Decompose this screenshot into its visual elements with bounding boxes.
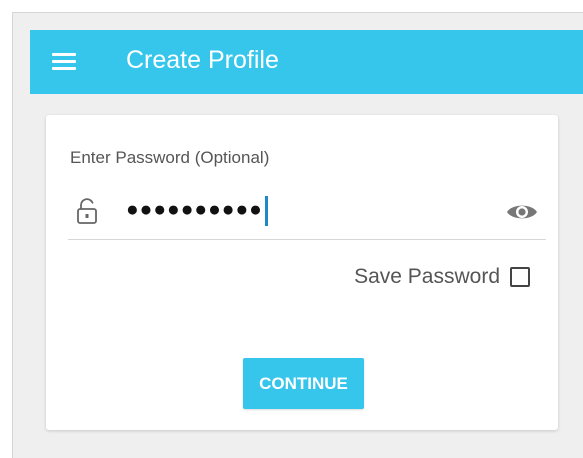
save-password-label: Save Password	[354, 265, 500, 288]
save-password-toggle[interactable]: Save Password	[354, 264, 530, 290]
profile-card: Enter Password (Optional) ●●●●●●●●●● Sav…	[46, 115, 558, 430]
menu-line	[52, 60, 76, 63]
menu-line	[52, 53, 76, 56]
password-field-underline	[68, 239, 546, 240]
save-password-checkbox[interactable]	[510, 267, 530, 287]
hamburger-menu-icon[interactable]	[50, 51, 78, 75]
eye-icon[interactable]	[506, 201, 538, 223]
text-caret	[265, 196, 268, 226]
menu-line	[52, 67, 76, 70]
password-field-label: Enter Password (Optional)	[70, 148, 270, 167]
password-input[interactable]: ●●●●●●●●●●	[126, 198, 263, 222]
app-bar: Create Profile	[30, 30, 583, 94]
continue-button[interactable]: CONTINUE	[243, 358, 364, 409]
page-title: Create Profile	[126, 46, 279, 74]
lock-icon	[77, 198, 97, 224]
